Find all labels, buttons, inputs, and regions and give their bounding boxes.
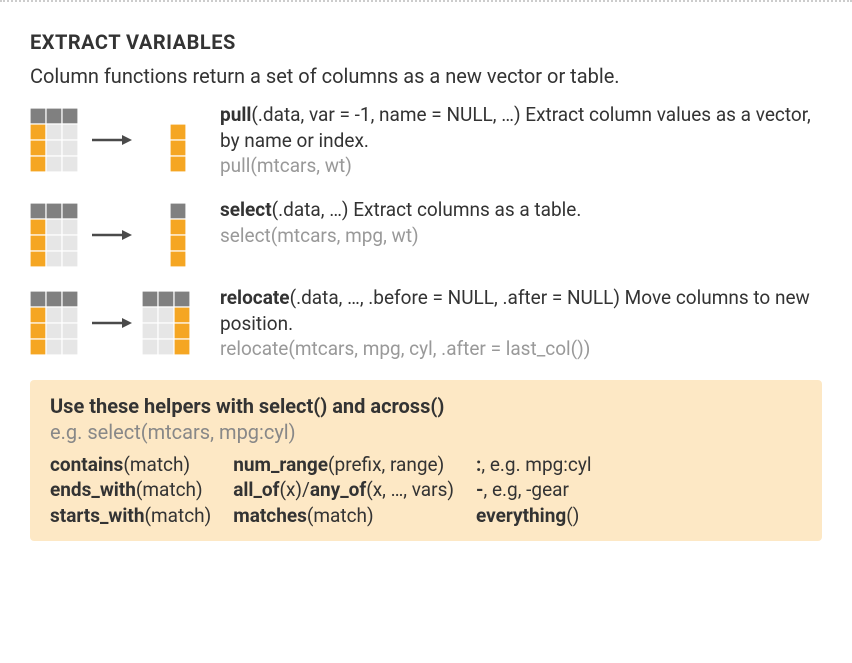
helper-args: (match) (136, 478, 203, 501)
func-signature: (.data, var = -1, name = NULL, …) (251, 103, 525, 126)
helpers-box: Use these helpers with select() and acro… (30, 380, 822, 541)
func-desc-relocate: relocate(.data, …, .before = NULL, .afte… (220, 285, 822, 362)
helper-args: (match) (144, 504, 211, 527)
viz-relocate (30, 285, 200, 355)
helper-prefix: - (476, 478, 484, 501)
func-desc-select: select(.data, …) Extract columns as a ta… (220, 197, 822, 248)
func-signature: (.data, …, .before = NULL, .after = NULL… (290, 286, 625, 309)
helper-args-2: (x, …, vars) (366, 478, 454, 501)
helper-text: , e.g, -gear (484, 478, 569, 501)
helper-fn: matches (233, 504, 307, 527)
helper-args: (prefix, range) (328, 453, 444, 476)
helper-fn: num_range (233, 453, 328, 476)
helpers-col-2: num_range(prefix, range) all_of(x)/any_o… (233, 452, 454, 529)
section-heading: EXTRACT VARIABLES (30, 30, 822, 54)
helper-fn: everything (476, 504, 566, 527)
helper-mid: (x)/ (279, 478, 309, 501)
section-intro: Column functions return a set of columns… (30, 64, 822, 88)
helpers-col-3: :, e.g. mpg:cyl -, e.g, -gear everything… (476, 452, 591, 529)
helpers-columns: contains(match) ends_with(match) starts_… (50, 452, 802, 529)
viz-select (30, 197, 200, 267)
func-name: pull (220, 103, 251, 126)
func-text: Extract columns as a table. (353, 198, 581, 221)
helpers-title: Use these helpers with select() and acro… (50, 394, 802, 418)
helper-text: , e.g. mpg:cyl (481, 453, 591, 476)
helpers-col-1: contains(match) ends_with(match) starts_… (50, 452, 211, 529)
func-name: relocate (220, 286, 290, 309)
helper-fn: starts_with (50, 504, 144, 527)
func-example: pull(mtcars, wt) (220, 154, 352, 177)
func-desc-pull: pull(.data, var = -1, name = NULL, …) Ex… (220, 102, 822, 179)
helper-args: (match) (307, 504, 374, 527)
func-row-pull: pull(.data, var = -1, name = NULL, …) Ex… (30, 102, 822, 179)
func-row-relocate: relocate(.data, …, .before = NULL, .afte… (30, 285, 822, 362)
func-name: select (220, 198, 272, 221)
helper-fn-2: any_of (310, 478, 366, 501)
helper-args: (match) (123, 453, 190, 476)
func-row-select: select(.data, …) Extract columns as a ta… (30, 197, 822, 267)
func-example: relocate(mtcars, mpg, cyl, .after = last… (220, 337, 590, 360)
helpers-example: e.g. select(mtcars, mpg:cyl) (50, 420, 802, 444)
func-example: select(mtcars, mpg, wt) (220, 224, 419, 247)
func-signature: (.data, …) (272, 198, 354, 221)
viz-pull (30, 102, 200, 172)
helper-fn: contains (50, 453, 123, 476)
helper-fn: ends_with (50, 478, 136, 501)
helper-fn: all_of (233, 478, 279, 501)
helper-args: () (566, 504, 579, 527)
